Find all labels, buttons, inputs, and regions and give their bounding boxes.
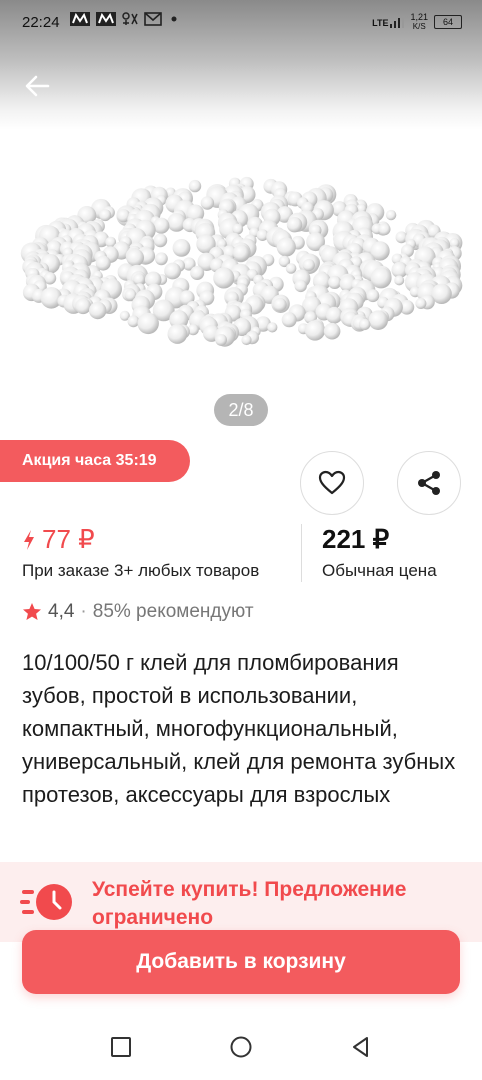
battery-icon: 64: [434, 15, 462, 29]
rating[interactable]: 4,4 · 85% рекомендуют: [22, 601, 254, 623]
sale-price-note: При заказе 3+ любых товаров: [22, 561, 260, 580]
signal-tools-icon: [122, 12, 138, 29]
gmail-icon: [144, 12, 162, 29]
star-icon: [23, 603, 41, 620]
sale-price-value: 77 ₽: [42, 524, 95, 554]
back-button[interactable]: [22, 70, 54, 102]
regular-price: 221 ₽: [322, 524, 390, 554]
regular-price-note: Обычная цена: [322, 561, 437, 580]
price-divider: [301, 524, 302, 582]
notification-m-icon: [96, 12, 116, 29]
recommend-text: 85% рекомендуют: [92, 601, 254, 622]
image-pager: 2/8: [214, 394, 268, 426]
add-to-cart-button[interactable]: Добавить в корзину: [22, 930, 460, 994]
network-speed: 1,21 K/S: [410, 12, 428, 32]
triangle-back-icon: [353, 1037, 368, 1057]
sale-price: 77 ₽: [22, 524, 95, 555]
network-type: LTE: [372, 16, 405, 28]
notification-m-icon: [70, 12, 90, 29]
limited-offer-text: Успейте купить! Предложение ограничено: [92, 878, 407, 929]
status-time: 22:24: [22, 14, 60, 31]
status-indicators: LTE 1,21 K/S 64: [372, 13, 462, 31]
rating-value: 4,4: [48, 601, 75, 622]
dot-icon: [168, 12, 180, 29]
rating-separator: ·: [80, 601, 87, 622]
lightning-icon: [24, 529, 34, 550]
back-nav-button[interactable]: [348, 1034, 374, 1060]
signal-icon: [390, 16, 405, 28]
square-icon: [111, 1037, 131, 1057]
heart-icon: [318, 470, 346, 495]
favorite-button[interactable]: [300, 451, 364, 515]
share-button[interactable]: [397, 451, 461, 515]
status-bar: 22:24 LTE 1,21 K/S 64: [0, 0, 482, 46]
circle-icon: [230, 1036, 252, 1058]
promo-badge: Акция часа 35:19: [0, 440, 190, 482]
home-button[interactable]: [228, 1034, 254, 1060]
arrow-left-icon: [25, 75, 50, 97]
status-notifications: [70, 12, 180, 29]
share-icon: [418, 471, 440, 495]
product-image[interactable]: [20, 160, 465, 365]
recent-apps-button[interactable]: [108, 1034, 134, 1060]
product-title: 10/100/50 г клей для пломбирования зубов…: [22, 650, 456, 807]
fast-clock-icon: [20, 884, 72, 920]
